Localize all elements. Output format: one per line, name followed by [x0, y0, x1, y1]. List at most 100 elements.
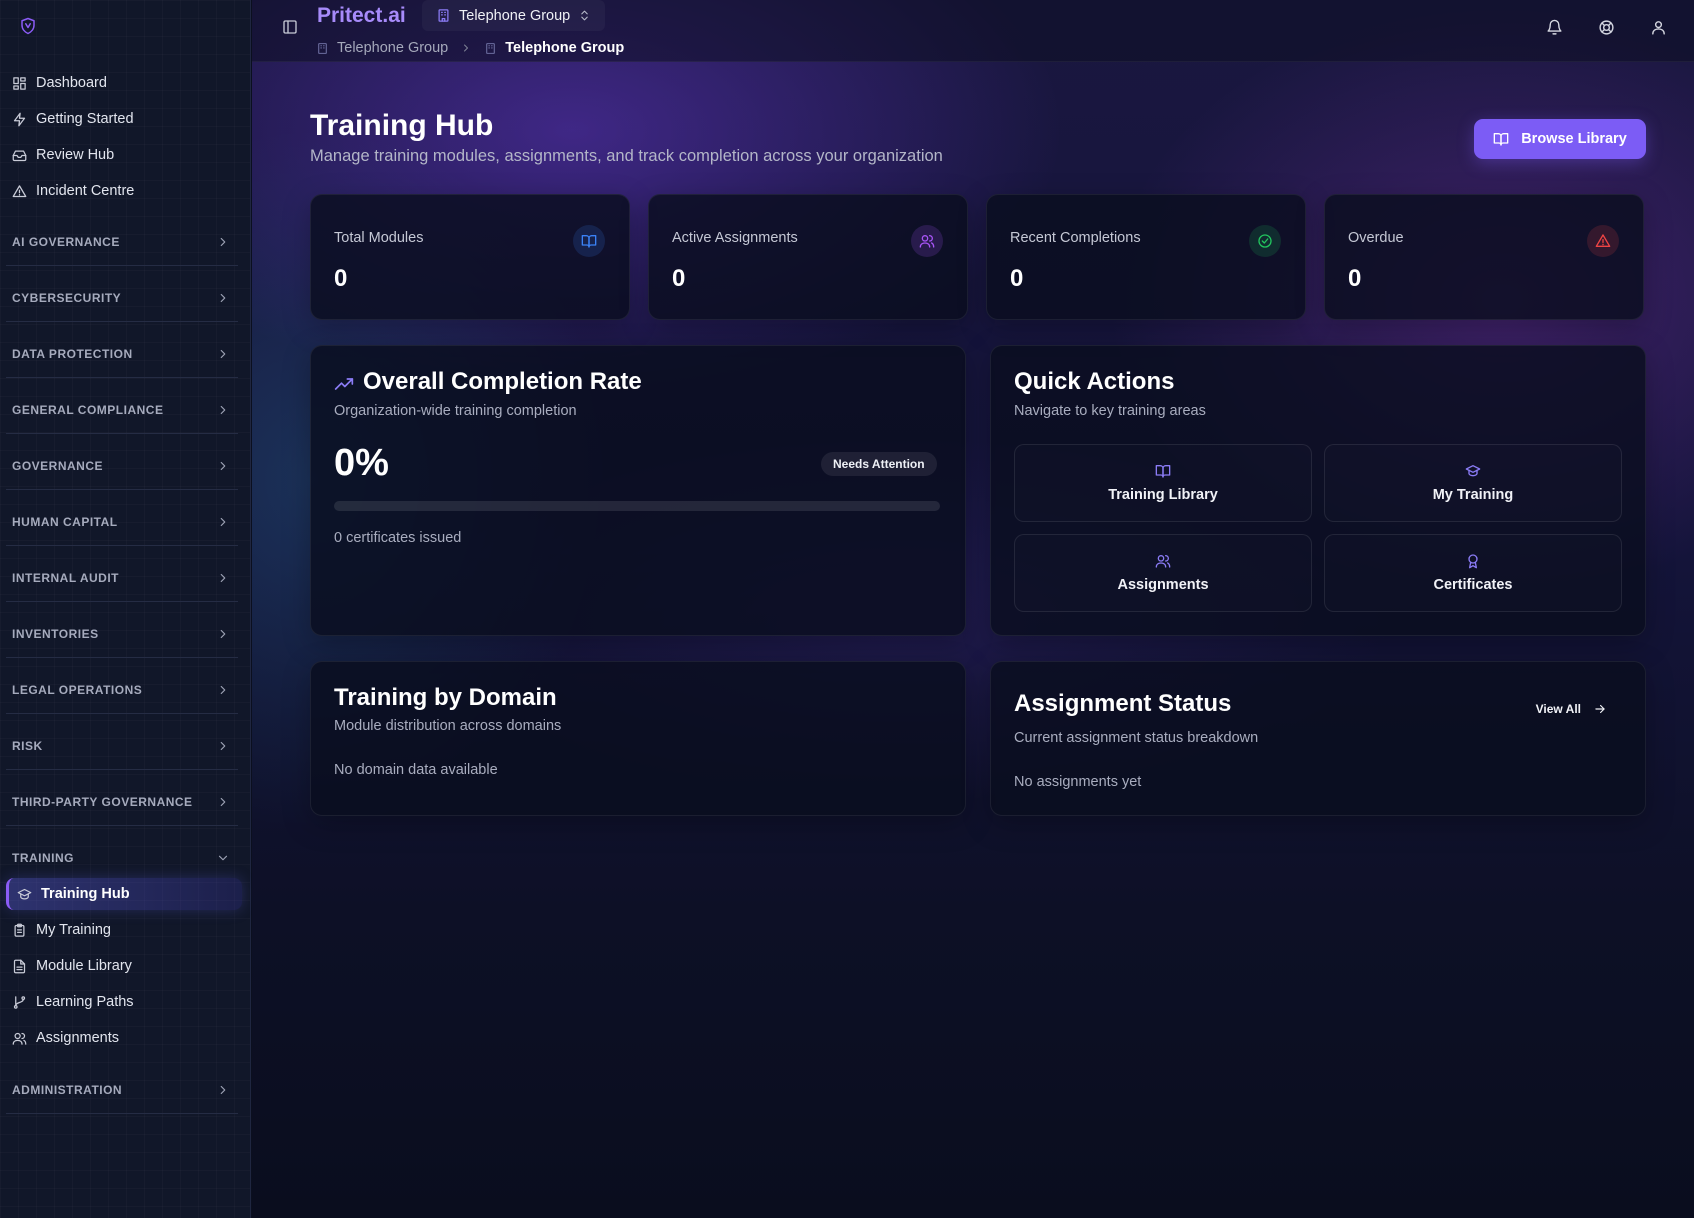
quick-action-certificates[interactable]: Certificates	[1324, 534, 1622, 612]
sidebar-section-inventories[interactable]: INVENTORIES	[6, 610, 238, 658]
section-label: LEGAL OPERATIONS	[12, 682, 143, 697]
status-badge: Needs Attention	[821, 452, 937, 476]
stat-card-active-assignments: Active Assignments 0	[648, 194, 968, 320]
sidebar-item-my-training[interactable]: My Training	[6, 914, 244, 946]
clipboard-icon	[12, 923, 27, 938]
chevron-right-icon	[216, 1083, 230, 1097]
page-title: Training Hub	[310, 109, 494, 142]
stat-label: Active Assignments	[672, 230, 798, 246]
user-icon[interactable]	[1650, 19, 1667, 36]
assignment-status-subtitle: Current assignment status breakdown	[1014, 730, 1259, 746]
stat-label: Recent Completions	[1010, 230, 1141, 246]
chevron-right-icon	[216, 403, 230, 417]
sidebar-section-ai-governance[interactable]: AI GOVERNANCE	[6, 218, 238, 266]
quick-action-my-training[interactable]: My Training	[1324, 444, 1622, 522]
stat-value: 0	[672, 265, 686, 292]
brand-name[interactable]: Pritect.ai	[317, 4, 406, 28]
browse-library-button[interactable]: Browse Library	[1474, 119, 1646, 159]
certificates-count: 0 certificates issued	[334, 530, 462, 546]
domain-subtitle: Module distribution across domains	[334, 718, 562, 734]
assignment-empty-state: No assignments yet	[1014, 774, 1142, 790]
stat-value: 0	[1010, 265, 1024, 292]
sidebar-section-legal-operations[interactable]: LEGAL OPERATIONS	[6, 666, 238, 714]
chevron-right-icon	[216, 235, 230, 249]
quick-action-label: Assignments	[1117, 577, 1209, 593]
arrow-right-icon	[1593, 702, 1607, 716]
bell-icon[interactable]	[1546, 19, 1563, 36]
domain-empty-state: No domain data available	[334, 762, 498, 778]
page-subtitle: Manage training modules, assignments, an…	[310, 147, 943, 165]
breadcrumb-item[interactable]: Telephone Group	[337, 40, 448, 56]
stat-card-overdue: Overdue 0	[1324, 194, 1644, 320]
graduation-cap-icon	[1465, 463, 1481, 479]
chevron-right-icon	[216, 459, 230, 473]
stat-label: Overdue	[1348, 230, 1404, 246]
view-all-link[interactable]: View All	[1536, 702, 1607, 716]
sidebar-item-dashboard[interactable]: Dashboard	[6, 67, 244, 99]
section-label: RISK	[12, 738, 43, 753]
help-lifebuoy-icon[interactable]	[1598, 19, 1615, 36]
quick-action-assignments[interactable]: Assignments	[1014, 534, 1312, 612]
sidebar-item-getting-started[interactable]: Getting Started	[6, 103, 244, 135]
sidebar-section-human-capital[interactable]: HUMAN CAPITAL	[6, 498, 238, 546]
assignment-status-title: Assignment Status	[1014, 690, 1232, 717]
trending-up-icon	[334, 374, 354, 394]
chevron-down-icon	[216, 851, 230, 865]
sidebar-item-incident-centre[interactable]: Incident Centre	[6, 175, 244, 207]
sidebar-section-third-party-governance[interactable]: THIRD-PARTY GOVERNANCE	[6, 778, 238, 826]
section-label: INTERNAL AUDIT	[12, 570, 119, 585]
chevron-up-down-icon	[578, 9, 591, 22]
assignment-status-card: Assignment Status View All Current assig…	[990, 661, 1646, 816]
view-all-label: View All	[1535, 702, 1581, 716]
book-open-icon	[1493, 131, 1509, 147]
graduation-cap-icon	[17, 887, 32, 902]
check-circle-icon	[1249, 225, 1281, 257]
users-icon	[1155, 553, 1171, 569]
section-label: INVENTORIES	[12, 626, 99, 641]
sidebar-item-label: Learning Paths	[36, 994, 134, 1010]
building-icon	[484, 42, 497, 55]
stat-value: 0	[334, 265, 348, 292]
breadcrumb-current: Telephone Group	[505, 40, 625, 56]
chevron-right-icon	[216, 627, 230, 641]
chevron-right-icon	[216, 795, 230, 809]
section-label: HUMAN CAPITAL	[12, 514, 118, 529]
quick-action-training-library[interactable]: Training Library	[1014, 444, 1312, 522]
alert-triangle-icon	[1587, 225, 1619, 257]
stat-label: Total Modules	[334, 230, 424, 246]
sidebar-section-general-compliance[interactable]: GENERAL COMPLIANCE	[6, 386, 238, 434]
grid-icon	[12, 76, 27, 91]
building-icon	[316, 42, 329, 55]
sidebar-item-label: My Training	[36, 922, 111, 938]
completion-percent: 0%	[334, 442, 389, 484]
sidebar-item-label: Assignments	[36, 1030, 120, 1046]
shield-logo-icon[interactable]	[19, 17, 37, 35]
book-open-icon	[573, 225, 605, 257]
chevron-right-icon	[460, 42, 472, 54]
sidebar-section-internal-audit[interactable]: INTERNAL AUDIT	[6, 554, 238, 602]
sidebar-item-label: Training Hub	[41, 886, 130, 902]
sidebar: Dashboard Getting Started Review Hub Inc…	[0, 0, 251, 1218]
quick-action-label: Training Library	[1108, 487, 1218, 503]
sidebar-item-review-hub[interactable]: Review Hub	[6, 139, 244, 171]
sidebar-item-assignments[interactable]: Assignments	[6, 1022, 244, 1054]
section-label: GOVERNANCE	[12, 458, 104, 473]
users-icon	[12, 1031, 27, 1046]
sidebar-section-administration[interactable]: ADMINISTRATION	[6, 1066, 238, 1114]
sidebar-toggle-icon[interactable]	[282, 19, 298, 35]
sidebar-section-risk[interactable]: RISK	[6, 722, 238, 770]
sidebar-item-training-hub[interactable]: Training Hub	[6, 878, 242, 910]
building-icon	[436, 8, 451, 23]
sidebar-section-cybersecurity[interactable]: CYBERSECURITY	[6, 274, 238, 322]
sidebar-section-governance[interactable]: GOVERNANCE	[6, 442, 238, 490]
quick-actions-title: Quick Actions	[1014, 368, 1175, 395]
stat-card-total-modules: Total Modules 0	[310, 194, 630, 320]
sidebar-section-data-protection[interactable]: DATA PROTECTION	[6, 330, 238, 378]
users-icon	[911, 225, 943, 257]
sidebar-section-training[interactable]: TRAINING	[6, 834, 238, 882]
sidebar-item-module-library[interactable]: Module Library	[6, 950, 244, 982]
sidebar-item-learning-paths[interactable]: Learning Paths	[6, 986, 244, 1018]
browse-library-label: Browse Library	[1521, 131, 1627, 147]
org-switcher[interactable]: Telephone Group	[422, 0, 606, 31]
chevron-right-icon	[216, 683, 230, 697]
